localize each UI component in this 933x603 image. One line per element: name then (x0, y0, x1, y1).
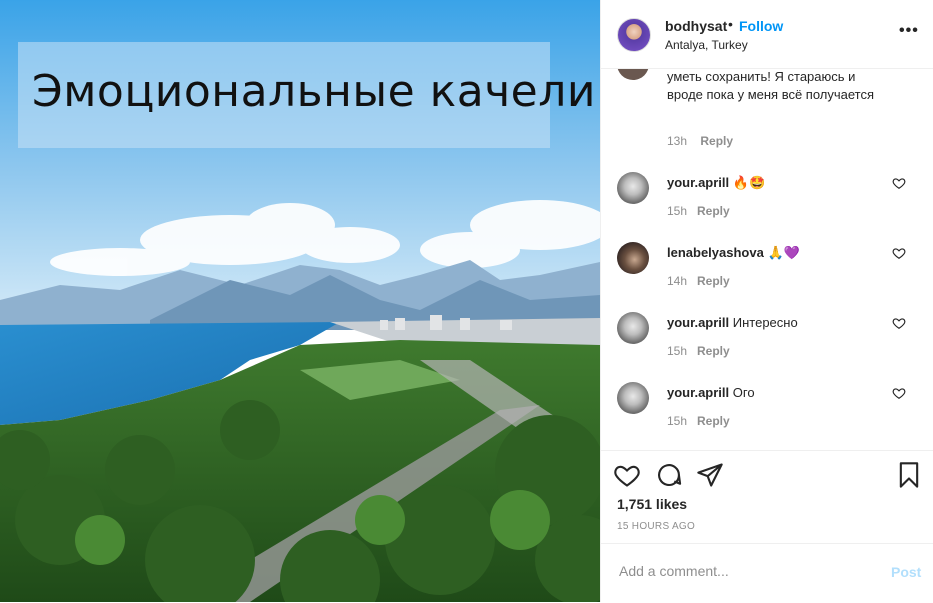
heart-icon[interactable] (613, 461, 641, 489)
comment-text: 🔥🤩 (732, 175, 766, 190)
post-header: bodhysat • Follow Antalya, Turkey ••• (601, 0, 933, 69)
post-author-username[interactable]: bodhysat (665, 18, 727, 34)
comment-text: Интересно (732, 315, 798, 330)
reply-button[interactable]: Reply (697, 274, 730, 288)
comment-body: lenabelyashova 🙏💜 (667, 244, 887, 262)
comment-item: lenabelyashova 🙏💜 14h Reply (601, 242, 933, 312)
post-side-panel: bodhysat • Follow Antalya, Turkey ••• ум… (600, 0, 933, 602)
comment-text: 🙏💜 (767, 245, 800, 260)
post-image[interactable]: Эмоциональные качели (0, 0, 600, 602)
likes-count[interactable]: 1,751 likes (617, 496, 687, 512)
comment-time: 15h (667, 204, 688, 218)
separator-dot: • (728, 16, 733, 32)
reply-button[interactable]: Reply (697, 344, 730, 358)
avatar[interactable] (617, 382, 649, 414)
avatar[interactable] (617, 242, 649, 274)
like-comment-heart-icon[interactable] (892, 176, 906, 190)
share-icon[interactable] (696, 461, 724, 489)
post-comment-button[interactable]: Post (891, 564, 921, 580)
follow-button[interactable]: Follow (739, 18, 783, 34)
image-caption-text: Эмоциональные качели (32, 66, 596, 117)
comment-time: 15h (667, 414, 688, 428)
avatar[interactable] (617, 18, 651, 52)
comment-time: 13h (667, 134, 688, 148)
comment-body: your.aprill 🔥🤩 (667, 174, 887, 192)
reply-button[interactable]: Reply (697, 414, 730, 428)
reply-button[interactable]: Reply (697, 204, 730, 218)
comment-body: your.aprill Ого (667, 384, 887, 402)
comment-username[interactable]: your.aprill (667, 175, 729, 190)
comment-input[interactable] (617, 562, 881, 580)
avatar[interactable] (617, 172, 649, 204)
avatar[interactable] (617, 312, 649, 344)
like-comment-heart-icon[interactable] (892, 316, 906, 330)
comment-meta: 13h Reply (667, 134, 743, 148)
comments-list[interactable]: уметь сохранить! Я стараюсь и вроде пока… (601, 68, 933, 450)
comment-username[interactable]: your.aprill (667, 315, 729, 330)
post-actions: 1,751 likes 15 HOURS AGO (601, 450, 933, 544)
avatar[interactable] (617, 68, 649, 80)
comment-text: Ого (732, 385, 755, 400)
more-options-icon[interactable]: ••• (899, 22, 919, 40)
comment-text: уметь сохранить! Я стараюсь и вроде пока… (667, 69, 875, 102)
reply-button[interactable]: Reply (700, 134, 733, 148)
comment-icon[interactable] (655, 461, 683, 489)
comment-time: 15h (667, 344, 688, 358)
comment-username[interactable]: your.aprill (667, 385, 729, 400)
like-comment-heart-icon[interactable] (892, 386, 906, 400)
comment-time: 14h (667, 274, 688, 288)
comment-username[interactable]: lenabelyashova (667, 245, 764, 260)
comment-item: your.aprill Интересно 15h Reply (601, 312, 933, 382)
location-link[interactable]: Antalya, Turkey (665, 38, 748, 52)
comment-item: your.aprill 🔥🤩 15h Reply (601, 172, 933, 242)
add-comment-bar: Post (601, 543, 933, 603)
like-comment-heart-icon[interactable] (892, 246, 906, 260)
post-timestamp[interactable]: 15 HOURS AGO (617, 521, 695, 532)
bookmark-icon[interactable] (895, 461, 923, 489)
comment-item: your.aprill Ого 15h Reply (601, 382, 933, 450)
comment-body: your.aprill Интересно (667, 314, 887, 332)
